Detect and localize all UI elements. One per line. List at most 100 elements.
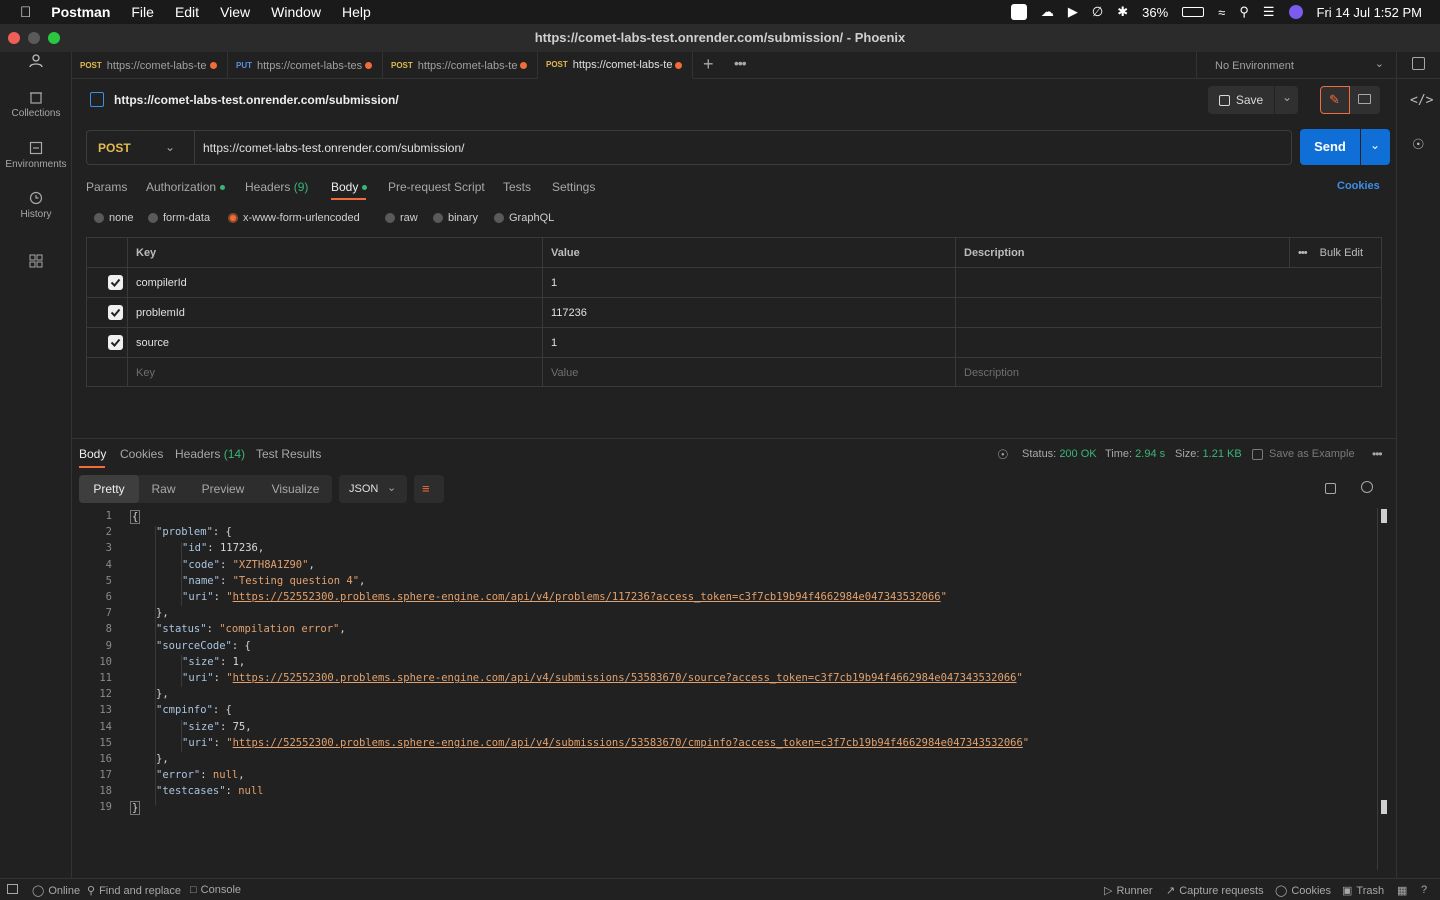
response-tab-test-results[interactable]: Test Results [256,447,321,461]
menu-view[interactable]: View [220,4,250,20]
menu-help[interactable]: Help [342,4,371,20]
environment-selector[interactable]: No Environment ⌄ [1196,52,1396,79]
help-icon[interactable]: ? [1421,884,1427,896]
param-value[interactable]: 1 [542,328,955,357]
request-tab[interactable]: POST https://comet-labs-te [72,52,228,79]
runner-button[interactable]: ▷ Runner [1104,884,1153,898]
response-tab-body[interactable]: Body [79,447,106,461]
row-checkbox[interactable] [108,275,123,290]
bulk-edit-button[interactable]: Bulk Edit [1320,247,1363,259]
url-input[interactable]: https://comet-labs-test.onrender.com/sub… [194,130,1292,165]
radio-urlencoded[interactable]: x-www-form-urlencoded [228,212,360,224]
param-description[interactable] [955,328,1381,357]
sidebar-item-environments[interactable]: Environments [0,141,72,170]
tab-prerequest-script[interactable]: Pre-request Script [388,180,485,194]
status-mute-icon[interactable]: ∅ [1092,4,1103,20]
menu-app-name[interactable]: Postman [51,4,110,20]
control-center-icon[interactable]: ☰ [1263,4,1275,20]
tab-authorization[interactable]: Authorization [146,180,226,194]
status-play-icon[interactable]: ▶ [1068,4,1078,20]
account-button[interactable] [0,54,72,72]
response-tab-headers[interactable]: Headers (14) [175,447,245,461]
response-tab-cookies[interactable]: Cookies [120,447,163,461]
cookies-button[interactable]: ◯ Cookies [1275,884,1331,898]
menu-file[interactable]: File [131,4,154,20]
param-description[interactable] [955,298,1381,327]
view-preview-button[interactable]: Preview [189,475,257,503]
send-options-button[interactable]: ⌄ [1361,129,1390,165]
new-value-input[interactable]: Value [542,358,955,387]
uri-link[interactable]: https://52552300.problems.sphere-engine.… [233,737,1023,749]
sidebar-item-history[interactable]: History [0,191,72,220]
tab-params[interactable]: Params [86,180,127,194]
siri-icon[interactable] [1288,5,1303,19]
new-description-input[interactable]: Description [955,358,1381,387]
view-visualize-button[interactable]: Visualize [259,475,332,503]
param-key[interactable]: compilerId [127,268,542,297]
new-key-input[interactable]: Key [127,358,542,387]
clock[interactable]: Fri 14 Jul 1:52 PM [1317,5,1423,20]
console-button[interactable]: □ Console [190,884,241,896]
menu-edit[interactable]: Edit [175,4,199,20]
globe-icon[interactable]: ☉ [997,447,1009,463]
lightbulb-icon[interactable]: ☉ [1412,136,1425,153]
more-options-icon[interactable]: ••• [1372,447,1383,461]
param-description[interactable] [955,268,1381,297]
menu-window[interactable]: Window [271,4,321,20]
tab-settings[interactable]: Settings [552,180,595,194]
method-select[interactable]: POST ⌄ [86,130,194,165]
trash-button[interactable]: ▣ Trash [1342,884,1384,898]
request-tab-active[interactable]: POST https://comet-labs-te [538,52,693,79]
pane-divider[interactable] [72,438,1396,439]
param-value[interactable]: 117236 [542,298,955,327]
scrollbar-thumb[interactable] [1381,509,1387,523]
uri-link[interactable]: https://52552300.problems.sphere-engine.… [233,672,1017,684]
row-checkbox[interactable] [108,305,123,320]
bluetooth-icon[interactable]: ✱ [1117,4,1128,20]
response-size[interactable]: Size: 1.21 KB [1175,448,1242,460]
request-tab[interactable]: PUT https://comet-labs-tes [228,52,383,79]
param-key[interactable]: source [127,328,542,357]
view-pretty-button[interactable]: Pretty [79,475,139,503]
format-select[interactable]: JSON ⌄ [339,475,407,503]
radio-none[interactable]: none [94,212,133,224]
code-icon[interactable]: </> [1410,93,1433,108]
apple-icon[interactable]:  [20,4,31,21]
wrap-lines-button[interactable]: ≡ [414,475,444,503]
capture-requests-button[interactable]: ↗ Capture requests [1166,884,1264,898]
row-checkbox[interactable] [108,335,123,350]
copy-icon[interactable] [1325,483,1336,494]
radio-binary[interactable]: binary [433,212,478,224]
more-options-icon[interactable]: ••• [1298,247,1308,259]
more-tabs-icon[interactable]: ••• [734,55,747,71]
save-options-button[interactable]: ⌄ [1275,86,1298,114]
new-tab-plus-icon[interactable]: + [703,54,714,75]
find-replace-button[interactable]: ⚲ Find and replace [87,884,181,898]
environment-quick-look[interactable] [1396,52,1440,79]
online-status[interactable]: ◯ Online [32,884,80,898]
radio-graphql[interactable]: GraphQL [494,212,554,224]
spotlight-icon[interactable]: ⚲ [1239,4,1249,20]
sidebar-item-apis[interactable] [0,254,72,272]
wifi-icon[interactable]: ≈ [1218,5,1225,20]
param-key[interactable]: problemId [127,298,542,327]
status-cloud-icon[interactable]: ☁ [1041,4,1054,20]
layout-icon[interactable]: ▦ [1397,884,1407,897]
cookies-link[interactable]: Cookies [1337,180,1380,192]
edit-mode-button[interactable]: ✎ [1320,86,1350,114]
sidebar-item-collections[interactable]: Collections [0,90,72,119]
battery-icon[interactable] [1182,7,1205,17]
toggle-sidebar-icon[interactable] [7,884,18,894]
radio-form-data[interactable]: form-data [148,212,210,224]
response-time[interactable]: Time: 2.94 s [1105,448,1165,460]
tab-headers[interactable]: Headers (9) [245,180,308,194]
request-name[interactable]: https://comet-labs-test.onrender.com/sub… [114,93,399,107]
radio-raw[interactable]: raw [385,212,418,224]
tab-body[interactable]: Body [331,180,368,194]
uri-link[interactable]: https://52552300.problems.sphere-engine.… [233,591,941,603]
view-raw-button[interactable]: Raw [141,475,186,503]
scrollbar-track[interactable] [1377,508,1378,870]
save-as-example-button[interactable]: Save as Example [1252,448,1355,460]
comments-button[interactable] [1350,86,1380,114]
save-button[interactable]: Save [1208,86,1274,114]
